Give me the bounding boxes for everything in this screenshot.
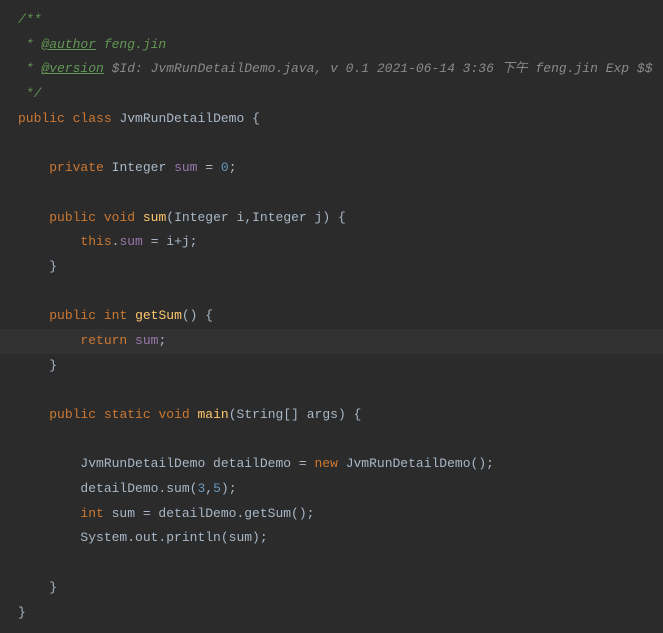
code-line: /** (18, 8, 663, 33)
class-name: JvmRunDetailDemo (119, 111, 244, 126)
javadoc-start: /** (18, 12, 41, 27)
method-getsum: getSum (135, 308, 182, 323)
code-line: } (18, 354, 663, 379)
code-line: public void sum(Integer i,Integer j) { (18, 206, 663, 231)
code-line-highlighted: return sum; (0, 329, 663, 354)
code-line-blank (18, 551, 663, 576)
method-main: main (198, 407, 229, 422)
code-line: public class JvmRunDetailDemo { (18, 107, 663, 132)
javadoc-tag-author: @author (41, 37, 96, 52)
code-line: * @author feng.jin (18, 33, 663, 58)
code-line-blank (18, 280, 663, 305)
field-sum: sum (174, 160, 197, 175)
code-line-blank (18, 181, 663, 206)
code-line-blank (18, 378, 663, 403)
code-line: System.out.println(sum); (18, 526, 663, 551)
javadoc-tag-version: @version (41, 61, 103, 76)
code-line: * @version $Id: JvmRunDetailDemo.java, v… (18, 57, 663, 82)
code-line: this.sum = i+j; (18, 230, 663, 255)
code-line: } (18, 601, 663, 626)
code-line: detailDemo.sum(3,5); (18, 477, 663, 502)
javadoc-end: */ (18, 86, 41, 101)
code-line: public static void main(String[] args) { (18, 403, 663, 428)
code-line: } (18, 255, 663, 280)
code-line: JvmRunDetailDemo detailDemo = new JvmRun… (18, 452, 663, 477)
code-line: public int getSum() { (18, 304, 663, 329)
code-line-blank (18, 131, 663, 156)
code-editor[interactable]: /** * @author feng.jin * @version $Id: J… (0, 0, 663, 633)
code-line: int sum = detailDemo.getSum(); (18, 502, 663, 527)
code-line: */ (18, 82, 663, 107)
code-line-blank (18, 428, 663, 453)
code-line: } (18, 576, 663, 601)
code-line: private Integer sum = 0; (18, 156, 663, 181)
method-sum: sum (143, 210, 166, 225)
